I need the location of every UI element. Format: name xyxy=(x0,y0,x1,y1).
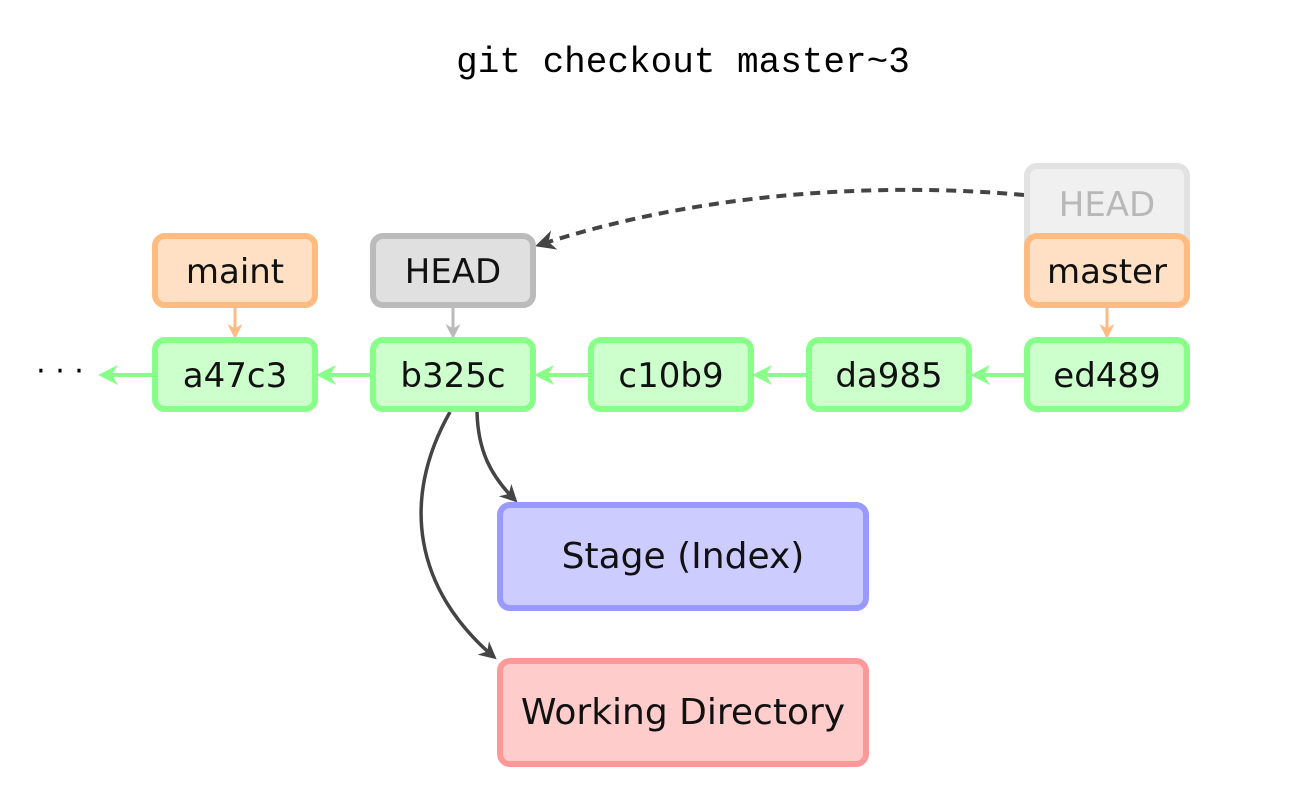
branch-master: master xyxy=(1024,233,1190,308)
head-ref: HEAD xyxy=(370,233,536,308)
branch-master-label: master xyxy=(1047,252,1167,292)
commit-id: c10b9 xyxy=(618,356,723,396)
branch-maint-label: maint xyxy=(186,252,284,292)
checkout-to-stage-arrow xyxy=(475,411,518,503)
command-title: git checkout master~3 xyxy=(456,42,910,83)
commit-a47c3: a47c3 xyxy=(152,337,318,412)
old-head-label: HEAD xyxy=(1059,185,1156,225)
working-directory-label: Working Directory xyxy=(521,692,845,733)
commit-da985: da985 xyxy=(806,337,972,412)
git-checkout-diagram: git checkout master~3 · · · HEAD master … xyxy=(36,42,1190,767)
head-move-arrow xyxy=(535,187,1025,250)
stage-area: Stage (Index) xyxy=(497,502,869,611)
stage-label: Stage (Index) xyxy=(562,536,805,577)
commit-c10b9: c10b9 xyxy=(588,337,754,412)
working-directory-area: Working Directory xyxy=(497,658,869,767)
commit-id: ed489 xyxy=(1053,356,1160,396)
head-label: HEAD xyxy=(405,252,502,292)
commit-b325c: b325c xyxy=(370,337,536,412)
commit-id: da985 xyxy=(835,356,942,396)
branch-maint: maint xyxy=(152,233,318,308)
commit-id: a47c3 xyxy=(183,356,287,396)
history-ellipsis: · · · xyxy=(36,354,84,389)
commit-ed489: ed489 xyxy=(1024,337,1190,412)
commit-id: b325c xyxy=(400,356,505,396)
